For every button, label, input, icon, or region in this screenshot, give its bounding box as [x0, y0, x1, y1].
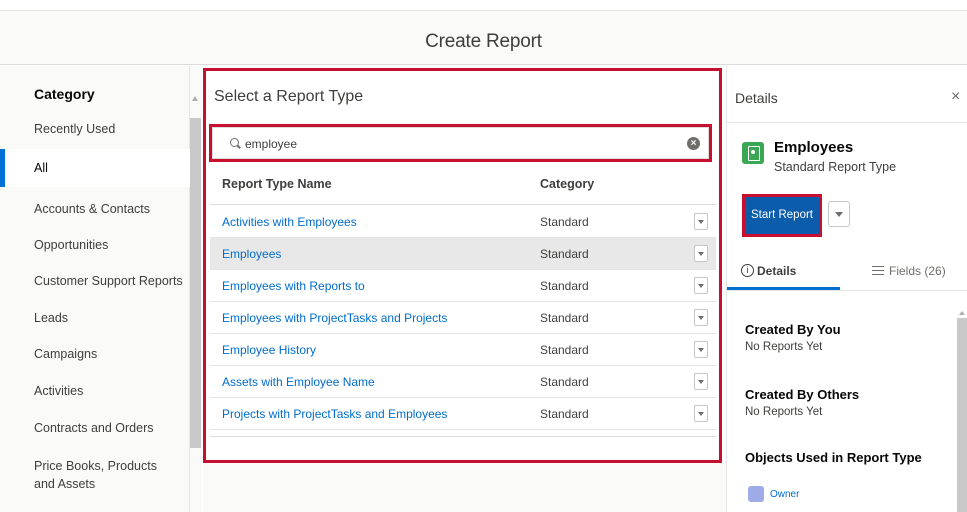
category-item-activities[interactable]: Activities	[34, 384, 83, 398]
category-heading: Category	[34, 86, 95, 102]
start-report-highlight: Start Report	[742, 194, 822, 237]
report-type-category: Standard	[540, 343, 589, 357]
dialog-title: Create Report	[425, 31, 542, 52]
category-scrollbar-thumb[interactable]	[190, 118, 201, 448]
category-item-recently-used[interactable]: Recently Used	[34, 122, 115, 136]
category-item-opportunities[interactable]: Opportunities	[34, 238, 108, 252]
clear-icon[interactable]: ×	[687, 137, 700, 150]
table-header-divider	[210, 204, 716, 205]
search-highlight: ×	[209, 124, 712, 162]
details-header-divider	[727, 122, 967, 123]
report-type-category: Standard	[540, 215, 589, 229]
report-type-category: Standard	[540, 311, 589, 325]
category-item-campaigns[interactable]: Campaigns	[34, 347, 97, 361]
report-type-heading: Select a Report Type	[214, 88, 364, 105]
row-menu-chevron-down-icon[interactable]	[694, 405, 708, 422]
category-item-contracts-orders[interactable]: Contracts and Orders	[34, 421, 154, 435]
category-item-all[interactable]: All	[0, 149, 190, 187]
tab-fields[interactable]: Fields (26)	[872, 258, 952, 290]
created-by-others-heading: Created By Others	[745, 387, 860, 402]
column-header-category[interactable]: Category	[540, 177, 594, 191]
created-by-you-heading: Created By You	[745, 322, 841, 337]
report-type-name[interactable]: Assets with Employee Name	[222, 375, 375, 389]
table-row[interactable]: Employees Standard	[210, 238, 716, 270]
row-menu-chevron-down-icon[interactable]	[694, 213, 708, 230]
details-scroll-up-icon[interactable]	[959, 311, 965, 315]
report-type-subtitle: Standard Report Type	[774, 160, 897, 174]
category-item-price-books[interactable]: Price Books, Products and Assets	[34, 457, 174, 493]
report-type-name[interactable]: Employees	[222, 247, 281, 261]
list-icon	[872, 266, 884, 275]
tab-details[interactable]: i Details	[727, 258, 840, 290]
start-report-button[interactable]: Start Report	[745, 197, 819, 234]
report-type-category: Standard	[540, 375, 589, 389]
created-by-others-text: No Reports Yet	[745, 406, 823, 418]
created-by-you-text: No Reports Yet	[745, 341, 823, 353]
table-row[interactable]: Activities with Employees Standard	[210, 206, 716, 238]
report-type-name[interactable]: Activities with Employees	[222, 215, 357, 229]
category-item-customer-support-reports[interactable]: Customer Support Reports	[34, 274, 183, 288]
report-type-name[interactable]: Employees with ProjectTasks and Projects	[222, 311, 447, 325]
row-menu-chevron-down-icon[interactable]	[694, 341, 708, 358]
row-menu-chevron-down-icon[interactable]	[694, 373, 708, 390]
table-row[interactable]: Employees with ProjectTasks and Projects…	[210, 302, 716, 334]
table-row[interactable]: Assets with Employee Name Standard	[210, 366, 716, 398]
row-menu-chevron-down-icon[interactable]	[694, 309, 708, 326]
report-type-name[interactable]: Employee History	[222, 343, 316, 357]
table-row[interactable]: Employee History Standard	[210, 334, 716, 366]
tab-details-label: Details	[757, 264, 797, 278]
row-menu-chevron-down-icon[interactable]	[694, 245, 708, 262]
category-item-leads[interactable]: Leads	[34, 311, 68, 325]
object-icon	[748, 486, 764, 502]
dialog-header: Create Report	[0, 11, 967, 65]
info-icon: i	[741, 264, 754, 277]
objects-heading: Objects Used in Report Type	[745, 450, 922, 465]
row-menu-chevron-down-icon[interactable]	[694, 277, 708, 294]
scroll-up-icon[interactable]	[192, 96, 198, 101]
start-report-menu-chevron-down-icon[interactable]	[828, 201, 850, 227]
search-input[interactable]	[245, 135, 665, 153]
tabs-divider	[727, 290, 967, 291]
report-type-category: Standard	[540, 407, 589, 421]
column-header-name[interactable]: Report Type Name	[222, 177, 332, 191]
report-type-name[interactable]: Employees with Reports to	[222, 279, 365, 293]
report-type-category: Standard	[540, 279, 589, 293]
search-icon	[230, 138, 239, 147]
center-lower-area	[203, 463, 726, 512]
report-type-name[interactable]: Projects with ProjectTasks and Employees	[222, 407, 447, 421]
close-icon[interactable]: ×	[951, 88, 960, 106]
table-row[interactable]: Employees with Reports to Standard	[210, 270, 716, 302]
report-type-category: Standard	[540, 247, 589, 261]
object-label-owner: Owner	[770, 489, 800, 500]
table-end-divider	[210, 436, 716, 437]
tab-fields-label: Fields (26)	[889, 264, 946, 278]
search-field[interactable]: ×	[212, 127, 709, 159]
details-heading: Details	[735, 90, 778, 106]
table-row[interactable]: Projects with ProjectTasks and Employees…	[210, 398, 716, 430]
details-scrollbar-thumb[interactable]	[957, 318, 967, 512]
report-type-icon	[742, 142, 764, 164]
category-item-accounts-contacts[interactable]: Accounts & Contacts	[34, 202, 150, 216]
category-panel: Category Recently Used All Accounts & Co…	[0, 66, 190, 512]
report-type-title: Employees	[774, 139, 854, 156]
